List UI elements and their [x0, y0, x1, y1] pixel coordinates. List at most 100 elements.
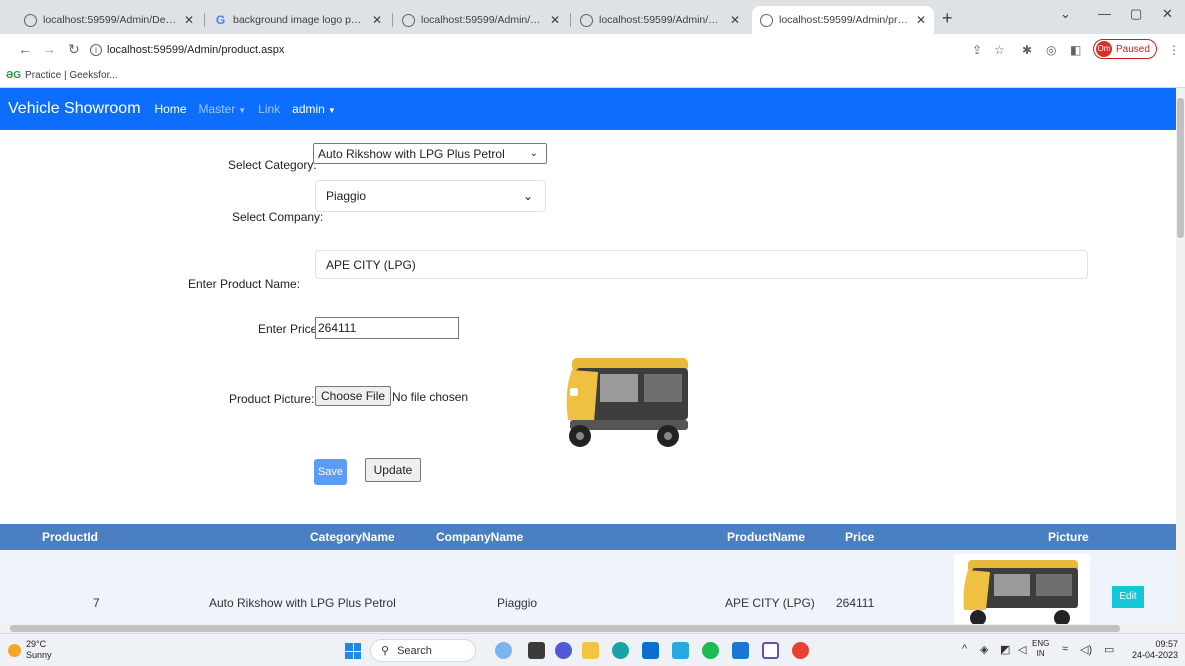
sun-icon [8, 644, 21, 657]
edit-button[interactable]: Edit [1112, 586, 1144, 608]
page-viewport: Vehicle Showroom Home Master ▼ Link admin… [0, 88, 1176, 624]
col-companyname: CompanyName [436, 530, 524, 544]
visual-studio-icon[interactable] [762, 642, 779, 659]
edge-icon[interactable] [612, 642, 629, 659]
brand[interactable]: Vehicle Showroom [8, 100, 141, 118]
nav-link[interactable]: Link [258, 102, 280, 116]
taskbar-search[interactable]: ⚲ Search [370, 639, 476, 662]
browser-tab-2[interactable]: G background image logo png - G ✕ [206, 6, 390, 34]
bookmarks-bar: ƏG Practice | Geeksfor... [0, 66, 1185, 88]
extensions-icon[interactable]: ✱ [1022, 43, 1032, 57]
new-tab-icon[interactable]: + [942, 8, 953, 29]
side-panel-icon[interactable]: ◧ [1070, 43, 1081, 57]
tray-google-icon[interactable]: ◩ [1000, 643, 1010, 656]
tray-send-icon[interactable]: ◁ [1018, 643, 1026, 656]
lang-top: ENG [1032, 639, 1050, 648]
geeksforgeeks-icon: ƏG [6, 70, 22, 81]
share-icon[interactable]: ⇪ [972, 43, 982, 57]
chrome-icon[interactable] [792, 642, 809, 659]
windows-start-icon[interactable] [345, 643, 361, 659]
menu-kebab-icon[interactable]: ⋮ [1168, 43, 1180, 57]
copilot-icon[interactable] [495, 642, 512, 659]
minimize-icon[interactable]: — [1098, 6, 1111, 21]
picture-label: Product Picture: [229, 392, 315, 406]
close-window-icon[interactable]: ✕ [1162, 6, 1173, 22]
category-select[interactable]: Auto Rikshow with LPG Plus Petrol ⌄ [313, 143, 547, 164]
browser-tab-3[interactable]: localhost:59599/Admin/Default.a ✕ [394, 6, 568, 34]
chevron-up-icon[interactable]: ^ [962, 643, 967, 655]
update-button[interactable]: Update [365, 458, 421, 482]
info-icon[interactable]: i [90, 44, 102, 56]
tab-title: localhost:59599/Admin/Default.a [599, 14, 724, 26]
nav-home[interactable]: Home [155, 102, 187, 116]
tab-title: background image logo png - G [233, 14, 366, 26]
cell-picture-thumbnail [954, 554, 1090, 624]
company-select[interactable]: Piaggio ⌄ [315, 180, 546, 212]
close-tab-icon[interactable]: ✕ [550, 13, 560, 27]
file-explorer-icon[interactable] [582, 642, 599, 659]
price-input[interactable]: 264111 [315, 317, 459, 339]
reload-icon[interactable]: ↻ [68, 41, 80, 58]
nav-link-label: Link [258, 102, 281, 116]
nav-admin[interactable]: admin ▼ [292, 102, 336, 116]
chevron-down-icon: ⌄ [529, 148, 538, 159]
close-tab-icon[interactable]: ✕ [730, 13, 740, 27]
browser-tab-1[interactable]: localhost:59599/Admin/Default.a ✕ [16, 6, 202, 34]
photos-icon[interactable] [672, 642, 689, 659]
scrollbar-thumb[interactable] [1177, 98, 1184, 238]
search-icon: ⚲ [381, 645, 390, 657]
vertical-scrollbar[interactable] [1176, 88, 1185, 624]
weather-widget[interactable]: 29°C Sunny [26, 639, 52, 661]
category-label: Select Category: [228, 158, 317, 172]
cell-productid: 7 [93, 596, 100, 610]
nav-home-label: Home [154, 102, 187, 116]
no-file-text: No file chosen [392, 390, 469, 404]
product-preview-image [566, 358, 688, 447]
tab-title: localhost:59599/Admin/Default.a [43, 14, 178, 26]
store-icon[interactable] [732, 642, 749, 659]
close-tab-icon[interactable]: ✕ [916, 13, 926, 27]
horizontal-scrollbar[interactable] [0, 624, 1185, 633]
close-tab-icon[interactable]: ✕ [372, 13, 382, 27]
address-bar[interactable]: i localhost:59599/Admin/product.aspx [90, 38, 930, 62]
category-value: Auto Rikshow with LPG Plus Petrol [318, 146, 505, 161]
browser-tab-4[interactable]: localhost:59599/Admin/Default.a ✕ [572, 6, 748, 34]
col-productid: ProductId [42, 530, 98, 544]
company-label: Select Company: [232, 210, 324, 224]
linkedin-icon[interactable] [642, 642, 659, 659]
tab-title: localhost:59599/Admin/product. [779, 14, 910, 26]
bookmark-star-icon[interactable]: ☆ [994, 43, 1005, 57]
site-navbar: Vehicle Showroom Home Master ▼ Link admin… [0, 88, 1176, 130]
close-tab-icon[interactable]: ✕ [184, 13, 194, 27]
clock[interactable]: 09:57 24-04-2023 [1126, 639, 1178, 661]
tab-search-icon[interactable]: ⌄ [1060, 6, 1071, 22]
profile-paused-button[interactable]: Om Paused [1093, 39, 1157, 59]
browser-tab-5-active[interactable]: localhost:59599/Admin/product. ✕ [752, 6, 934, 34]
tray-app-icon[interactable]: ◈ [980, 643, 988, 656]
product-name-input[interactable]: APE CITY (LPG) [315, 250, 1088, 279]
search-label: Search [397, 644, 432, 657]
maximize-icon[interactable]: ▢ [1130, 6, 1142, 22]
language-indicator[interactable]: ENG IN [1032, 639, 1049, 659]
battery-icon[interactable]: ▭ [1104, 643, 1114, 656]
table-row: 7 Auto Rikshow with LPG Plus Petrol Piag… [0, 550, 1176, 624]
bookmark-geeksforgeeks[interactable]: ƏG Practice | Geeksfor... [6, 70, 118, 81]
cell-categoryname: Auto Rikshow with LPG Plus Petrol [209, 596, 396, 610]
spotify-icon[interactable] [702, 642, 719, 659]
choose-file-button[interactable]: Choose File [315, 386, 392, 406]
cell-productname: APE CITY (LPG) [725, 596, 815, 610]
forward-icon[interactable]: → [42, 41, 56, 57]
back-icon[interactable]: ← [18, 41, 32, 57]
chat-icon[interactable] [555, 642, 572, 659]
clock-time: 09:57 [1155, 639, 1178, 649]
save-button[interactable]: Save [314, 459, 347, 485]
media-icon[interactable]: ◎ [1046, 43, 1056, 57]
globe-icon [402, 13, 415, 27]
scrollbar-thumb[interactable] [10, 625, 1120, 632]
col-picture: Picture [1048, 530, 1089, 544]
wifi-icon[interactable]: ≈ [1062, 643, 1068, 655]
url-text: localhost:59599/Admin/product.aspx [107, 44, 285, 56]
nav-master[interactable]: Master ▼ [199, 102, 247, 116]
task-view-icon[interactable] [528, 642, 545, 659]
volume-icon[interactable]: ◁) [1080, 643, 1092, 656]
